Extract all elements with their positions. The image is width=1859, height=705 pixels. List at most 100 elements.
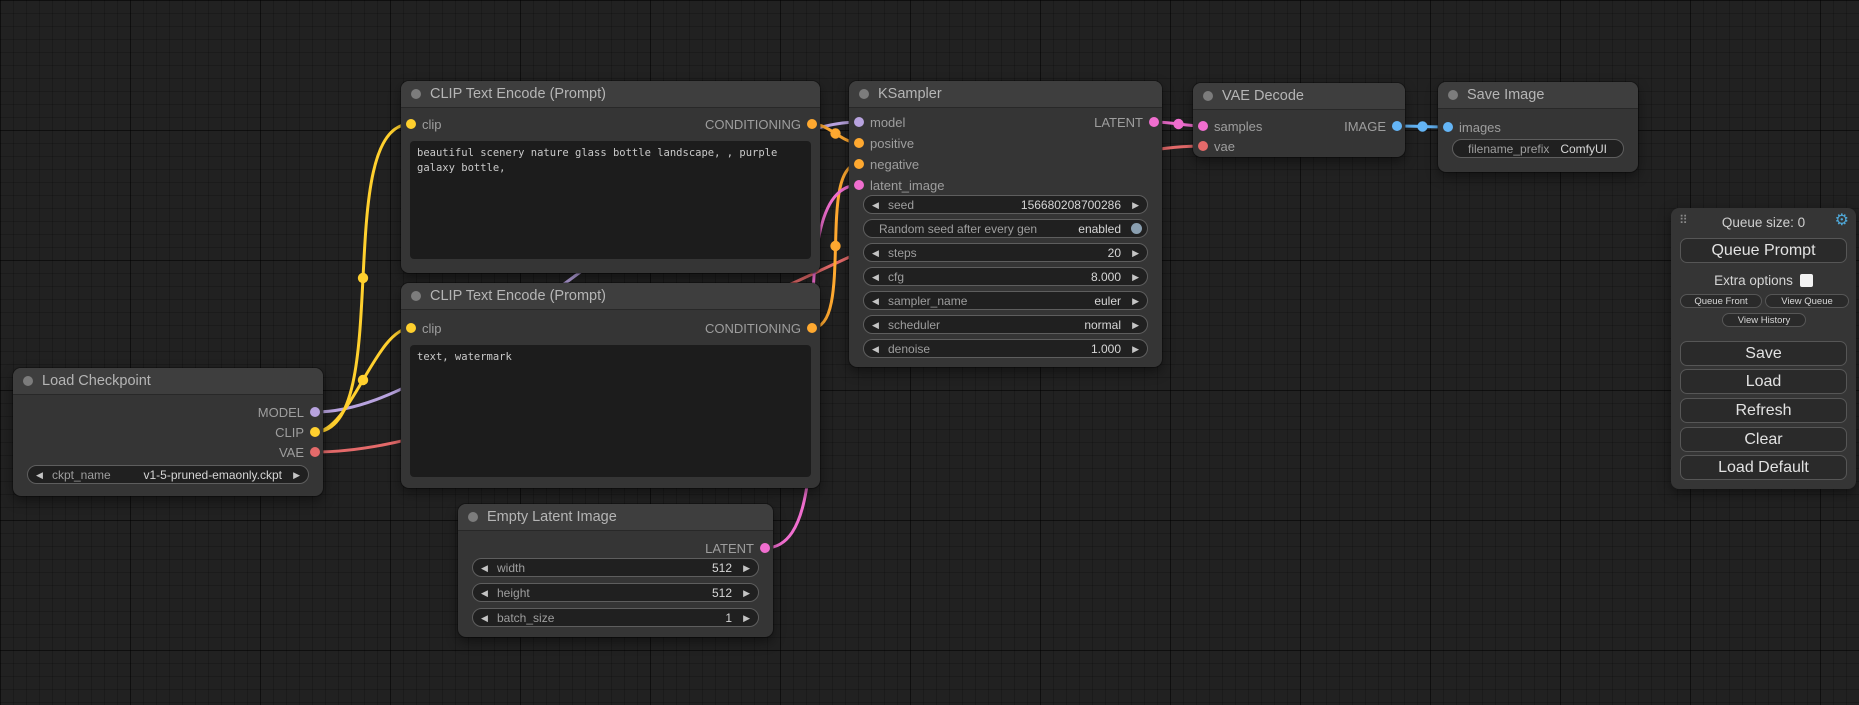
widget-height[interactable]: ◀height512▶ bbox=[472, 583, 759, 602]
view-history-button[interactable]: View History bbox=[1722, 313, 1806, 327]
node-collapse-dot[interactable] bbox=[1203, 91, 1213, 101]
node-titlebar[interactable]: CLIP Text Encode (Prompt) bbox=[401, 283, 820, 310]
widget-scheduler[interactable]: ◀schedulernormal▶ bbox=[863, 315, 1148, 334]
node-title: KSampler bbox=[878, 86, 942, 102]
widget-denoise[interactable]: ◀denoise1.000▶ bbox=[863, 339, 1148, 358]
input-port-negative[interactable] bbox=[854, 159, 864, 169]
output-port-label: CONDITIONING bbox=[705, 117, 801, 132]
increment-arrow-icon[interactable]: ▶ bbox=[1132, 318, 1139, 333]
node-title: Save Image bbox=[1467, 87, 1544, 103]
increment-arrow-icon[interactable]: ▶ bbox=[1132, 294, 1139, 309]
widget-value: ComfyUI bbox=[1560, 142, 1607, 156]
node-save-image[interactable]: Save Imageimagesfilename_prefixComfyUI bbox=[1438, 82, 1638, 172]
widget-value: enabled bbox=[1078, 222, 1121, 236]
output-port-LATENT[interactable] bbox=[1149, 117, 1159, 127]
increment-arrow-icon[interactable]: ▶ bbox=[743, 611, 750, 626]
increment-arrow-icon[interactable]: ▶ bbox=[743, 586, 750, 601]
widget-batch_size[interactable]: ◀batch_size1▶ bbox=[472, 608, 759, 627]
widget-sampler_name[interactable]: ◀sampler_nameeuler▶ bbox=[863, 291, 1148, 310]
decrement-arrow-icon[interactable]: ◀ bbox=[872, 270, 879, 285]
decrement-arrow-icon[interactable]: ◀ bbox=[872, 342, 879, 357]
output-port-LATENT[interactable] bbox=[760, 543, 770, 553]
queue-front-button[interactable]: Queue Front bbox=[1680, 294, 1762, 308]
queue-prompt-button[interactable]: Queue Prompt bbox=[1680, 238, 1847, 263]
widget-random-seed-after-every-gen[interactable]: Random seed after every genenabled bbox=[863, 219, 1148, 238]
comfyui-canvas[interactable]: { "nodes": [ { "id": "load-checkpoint", … bbox=[0, 0, 1859, 705]
load-default-button[interactable]: Load Default bbox=[1680, 455, 1847, 480]
decrement-arrow-icon[interactable]: ◀ bbox=[36, 468, 43, 483]
widget-cfg[interactable]: ◀cfg8.000▶ bbox=[863, 267, 1148, 286]
input-row-latent_image: latent_image bbox=[849, 177, 1162, 193]
settings-gear-icon[interactable]: ⚙ bbox=[1835, 212, 1849, 230]
save-button[interactable]: Save bbox=[1680, 341, 1847, 366]
node-vae-decode[interactable]: VAE DecodesamplesvaeIMAGE bbox=[1193, 83, 1405, 157]
node-titlebar[interactable]: VAE Decode bbox=[1193, 83, 1405, 110]
node-title: CLIP Text Encode (Prompt) bbox=[430, 288, 606, 304]
queue-panel[interactable]: ⠿ Queue size: 0 ⚙ Queue Prompt Extra opt… bbox=[1671, 208, 1856, 489]
increment-arrow-icon[interactable]: ▶ bbox=[1132, 342, 1139, 357]
increment-arrow-icon[interactable]: ▶ bbox=[1132, 270, 1139, 285]
node-ksampler[interactable]: KSamplermodelpositivenegativelatent_imag… bbox=[849, 81, 1162, 367]
widget-label: height bbox=[497, 586, 530, 600]
refresh-button[interactable]: Refresh bbox=[1680, 398, 1847, 423]
increment-arrow-icon[interactable]: ▶ bbox=[1132, 246, 1139, 261]
node-titlebar[interactable]: CLIP Text Encode (Prompt) bbox=[401, 81, 820, 108]
view-queue-button[interactable]: View Queue bbox=[1765, 294, 1849, 308]
node-clip-text-encode-positive[interactable]: CLIP Text Encode (Prompt)clipCONDITIONIN… bbox=[401, 81, 820, 273]
input-row-positive: positive bbox=[849, 135, 1162, 151]
node-empty-latent-image[interactable]: Empty Latent ImageLATENT◀width512▶◀heigh… bbox=[458, 504, 773, 637]
node-collapse-dot[interactable] bbox=[859, 89, 869, 99]
increment-arrow-icon[interactable]: ▶ bbox=[1132, 198, 1139, 213]
node-titlebar[interactable]: Empty Latent Image bbox=[458, 504, 773, 531]
clear-button[interactable]: Clear bbox=[1680, 427, 1847, 452]
extra-options-checkbox[interactable] bbox=[1800, 274, 1813, 287]
decrement-arrow-icon[interactable]: ◀ bbox=[481, 611, 488, 626]
decrement-arrow-icon[interactable]: ◀ bbox=[872, 318, 879, 333]
decrement-arrow-icon[interactable]: ◀ bbox=[872, 198, 879, 213]
decrement-arrow-icon[interactable]: ◀ bbox=[872, 294, 879, 309]
output-port-CLIP[interactable] bbox=[310, 427, 320, 437]
increment-arrow-icon[interactable]: ▶ bbox=[293, 468, 300, 483]
node-collapse-dot[interactable] bbox=[23, 376, 33, 386]
widget-seed[interactable]: ◀seed156680208700286▶ bbox=[863, 195, 1148, 214]
output-port-MODEL[interactable] bbox=[310, 407, 320, 417]
prompt-textarea[interactable]: beautiful scenery nature glass bottle la… bbox=[410, 141, 811, 259]
node-title: Load Checkpoint bbox=[42, 373, 151, 389]
output-port-VAE[interactable] bbox=[310, 447, 320, 457]
widget-filename_prefix[interactable]: filename_prefixComfyUI bbox=[1452, 139, 1624, 158]
output-port-IMAGE[interactable] bbox=[1392, 121, 1402, 131]
prompt-textarea[interactable]: text, watermark bbox=[410, 345, 811, 477]
output-port-label: CONDITIONING bbox=[705, 321, 801, 336]
node-titlebar[interactable]: KSampler bbox=[849, 81, 1162, 108]
node-title: Empty Latent Image bbox=[487, 509, 617, 525]
output-row-VAE: VAE bbox=[13, 444, 323, 460]
node-collapse-dot[interactable] bbox=[411, 89, 421, 99]
node-collapse-dot[interactable] bbox=[411, 291, 421, 301]
output-row-CONDITIONING: CONDITIONING bbox=[401, 116, 820, 132]
node-titlebar[interactable]: Load Checkpoint bbox=[13, 368, 323, 395]
widget-steps[interactable]: ◀steps20▶ bbox=[863, 243, 1148, 262]
input-port-positive[interactable] bbox=[854, 138, 864, 148]
widget-label: width bbox=[497, 561, 525, 575]
input-port-latent_image[interactable] bbox=[854, 180, 864, 190]
output-port-label: IMAGE bbox=[1344, 119, 1386, 134]
input-port-vae[interactable] bbox=[1198, 141, 1208, 151]
node-titlebar[interactable]: Save Image bbox=[1438, 82, 1638, 109]
decrement-arrow-icon[interactable]: ◀ bbox=[481, 561, 488, 576]
decrement-arrow-icon[interactable]: ◀ bbox=[872, 246, 879, 261]
node-collapse-dot[interactable] bbox=[1448, 90, 1458, 100]
extra-options-label: Extra options bbox=[1714, 273, 1793, 288]
output-port-CONDITIONING[interactable] bbox=[807, 119, 817, 129]
widget-width[interactable]: ◀width512▶ bbox=[472, 558, 759, 577]
widget-ckpt_name[interactable]: ◀ckpt_namev1-5-pruned-emaonly.ckpt▶ bbox=[27, 465, 309, 484]
toggle-knob-icon[interactable] bbox=[1131, 223, 1142, 234]
input-port-label: vae bbox=[1214, 139, 1235, 154]
increment-arrow-icon[interactable]: ▶ bbox=[743, 561, 750, 576]
node-collapse-dot[interactable] bbox=[468, 512, 478, 522]
decrement-arrow-icon[interactable]: ◀ bbox=[481, 586, 488, 601]
output-port-CONDITIONING[interactable] bbox=[807, 323, 817, 333]
input-port-images[interactable] bbox=[1443, 122, 1453, 132]
node-clip-text-encode-negative[interactable]: CLIP Text Encode (Prompt)clipCONDITIONIN… bbox=[401, 283, 820, 488]
node-load-checkpoint[interactable]: Load CheckpointMODELCLIPVAE◀ckpt_namev1-… bbox=[13, 368, 323, 496]
load-button[interactable]: Load bbox=[1680, 369, 1847, 394]
